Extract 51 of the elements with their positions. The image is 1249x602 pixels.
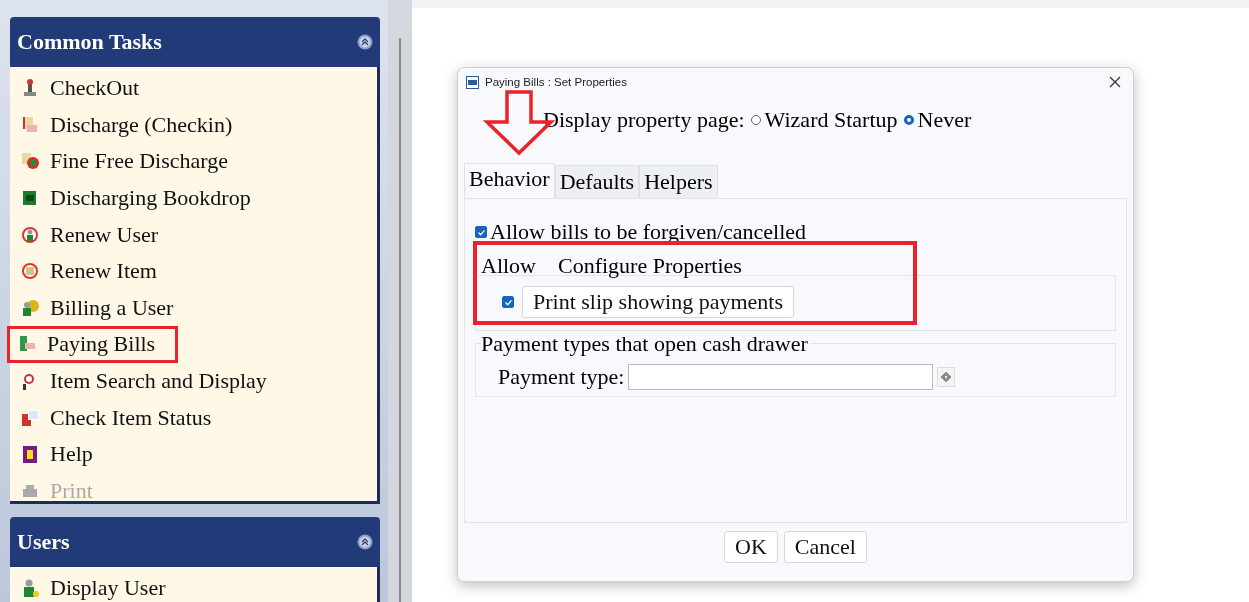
item-label: Display User [50, 575, 166, 602]
item-label: Help [50, 441, 93, 468]
property-button[interactable]: Print slip showing payments [522, 286, 794, 318]
sidebar-item[interactable]: Renew Item [10, 252, 161, 290]
item-label: CheckOut [50, 75, 140, 102]
collapse-icon[interactable] [357, 34, 373, 50]
payment-type-field[interactable] [628, 364, 934, 390]
lookup-button[interactable] [937, 367, 956, 387]
tab[interactable]: Helpers [639, 165, 718, 198]
diamond-icon [941, 372, 952, 382]
panel-title: Common Tasks [17, 29, 162, 55]
item-label: Renew Item [50, 258, 157, 285]
item-label: Check Item Status [50, 404, 212, 431]
radio-option[interactable]: Never [903, 107, 972, 133]
sidebar-item[interactable]: Discharge (Checkin) [10, 106, 237, 144]
radio-option[interactable]: Wizard Startup [750, 107, 898, 133]
close-icon[interactable] [1109, 76, 1121, 88]
item-label: Fine Free Discharge [50, 148, 228, 175]
renew-user-icon [20, 224, 40, 245]
checkbox-label: Allow bills to be forgiven/cancelled [490, 219, 807, 245]
field-label: Payment type: [498, 364, 625, 390]
sidebar-item[interactable]: Discharging Bookdrop [10, 179, 255, 217]
column-header: Allow [481, 253, 536, 275]
sidebar-item[interactable]: Check Item Status [10, 399, 216, 436]
app-icon [466, 75, 479, 89]
check-icon [503, 297, 513, 307]
panel-title: Users [17, 529, 70, 555]
dialog-title: Paying Bills : Set Properties [485, 76, 627, 88]
checkbox[interactable] [475, 226, 487, 238]
item-label: Paying Bills [47, 331, 156, 358]
sidebar-item[interactable]: Renew User [10, 216, 163, 253]
item-label: Discharging Bookdrop [50, 185, 251, 212]
item-label: Billing a User [50, 294, 174, 321]
item-label: Print [50, 477, 93, 504]
sidebar-item[interactable]: Help [10, 435, 97, 473]
item-label: Discharge (Checkin) [50, 111, 233, 138]
sidebar-item[interactable]: Paying Bills [7, 326, 179, 363]
dialog-button[interactable]: OK [724, 531, 778, 563]
sidebar-item[interactable]: Item Search and Display [10, 362, 271, 400]
collapse-icon[interactable] [357, 534, 373, 550]
dialog-button[interactable]: Cancel [783, 531, 867, 563]
display-property-label: Display property page: [543, 107, 745, 133]
sidebar-item[interactable]: Fine Free Discharge [10, 143, 232, 180]
checkbox[interactable] [502, 296, 514, 308]
item-label: Item Search and Display [50, 368, 267, 395]
tab[interactable]: Defaults [554, 165, 640, 198]
check-icon [476, 227, 486, 237]
sidebar-item[interactable]: CheckOut [10, 70, 144, 107]
item-label: Renew User [50, 221, 159, 248]
sidebar-item[interactable]: Billing a User [10, 289, 178, 327]
help-icon [20, 444, 40, 465]
